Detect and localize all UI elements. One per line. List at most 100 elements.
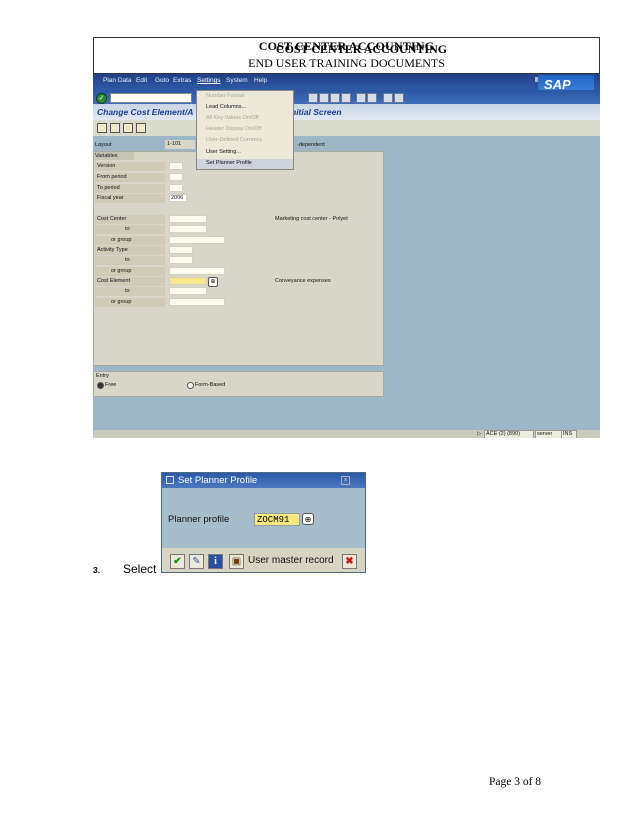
label-strip — [95, 256, 165, 265]
cancel-button[interactable]: ✖ — [342, 554, 357, 569]
layout-field[interactable]: 1-101 — [165, 140, 195, 149]
layout-icon[interactable] — [394, 93, 404, 103]
save-icon[interactable]: ▣ — [229, 554, 244, 569]
menu-item-number-format[interactable]: Number Format — [206, 93, 245, 99]
activity-type-to-field[interactable] — [169, 256, 193, 264]
page-number: Page 3 of 8 — [489, 776, 542, 788]
fiscal-year-value: 2006 — [171, 195, 184, 201]
cost-element-field[interactable] — [169, 277, 207, 285]
free-entry-icon[interactable] — [123, 123, 133, 133]
menu-settings[interactable]: Settings — [197, 77, 221, 84]
status-arrow-icon[interactable]: ▷ — [477, 431, 481, 437]
cost-center-to-field[interactable] — [169, 225, 207, 233]
version-field[interactable] — [169, 162, 183, 170]
menu-item-header-display[interactable]: Header Display On/Off — [206, 126, 261, 132]
cost-element-group-field[interactable] — [169, 298, 225, 306]
from-period-label: From period — [97, 174, 127, 180]
entry-panel — [93, 371, 384, 397]
step-number: 3. — [93, 565, 101, 575]
radio-form-based[interactable] — [187, 382, 194, 389]
sap-menu-bar: Plan Data Edit Goto Extras Settings Syst… — [93, 74, 600, 90]
planner-profile-field[interactable]: ZOCM91 — [254, 513, 300, 526]
layout-value: 1-101 — [167, 141, 182, 147]
activity-type-to-label: to — [125, 257, 130, 263]
variables-tab: Variables — [94, 152, 134, 160]
header-subtitle: END USER TRAINING DOCUMENTS — [248, 56, 445, 70]
menu-item-user-setting[interactable]: User Setting... — [206, 149, 241, 155]
variables-tab-label: Variables — [95, 153, 118, 159]
dialog-title: Set Planner Profile — [178, 475, 258, 486]
radio-free-label: Free — [105, 382, 117, 388]
menu-item-lead-columns[interactable]: Lead Columns... — [206, 104, 246, 110]
menu-item-user-currency[interactable]: User-Defined Currency — [206, 137, 262, 143]
help-icon[interactable] — [383, 93, 393, 103]
info-icon[interactable]: i — [208, 554, 223, 569]
dialog-window-icon — [166, 476, 174, 484]
cost-center-field[interactable] — [169, 215, 207, 223]
header-title-overlap: COST CENTER ACCOUNTING — [275, 42, 448, 56]
fiscal-year-label: Fiscal year — [97, 195, 124, 201]
menu-item-set-planner-profile[interactable]: Set Planner Profile — [206, 160, 252, 166]
cost-center-group-label: or group — [111, 237, 132, 243]
menu-item-key-values[interactable]: All Key Values On/Off — [206, 115, 259, 121]
cost-center-description: Marketing cost center - Polyet — [275, 216, 348, 222]
cost-element-label: Cost Element — [97, 278, 131, 284]
label-strip — [95, 225, 165, 234]
menu-extras[interactable]: Extras — [173, 77, 191, 84]
possible-entries-icon[interactable]: ⊕ — [302, 513, 314, 525]
layout-label: Layout — [95, 142, 112, 148]
radio-form-based-label: Form-Based — [195, 382, 226, 388]
application-toolbar — [93, 120, 600, 136]
menu-help[interactable]: Help — [254, 77, 267, 84]
menu-goto[interactable]: Goto — [155, 77, 169, 84]
to-period-label: To period — [97, 185, 120, 191]
menu-plan-data[interactable]: Plan Data — [103, 77, 132, 84]
form-entry-icon[interactable] — [136, 123, 146, 133]
next-page-icon[interactable] — [330, 93, 340, 103]
activity-type-label: Activity Type — [97, 247, 128, 253]
period-screen-icon[interactable] — [110, 123, 120, 133]
change-icon[interactable]: ✎ — [189, 554, 204, 569]
menu-system[interactable]: System — [226, 77, 248, 84]
cost-center-group-field[interactable] — [169, 236, 225, 244]
from-period-field[interactable] — [169, 173, 183, 181]
activity-type-group-field[interactable] — [169, 267, 225, 275]
cost-center-to-label: to — [125, 226, 130, 232]
step-text: Select — [123, 562, 157, 576]
entry-tab-label: Entry — [96, 373, 109, 379]
menu-edit[interactable]: Edit — [136, 77, 147, 84]
shortcut-icon[interactable] — [367, 93, 377, 103]
user-master-record-button[interactable]: User master record — [248, 555, 334, 566]
activity-type-field[interactable] — [169, 246, 193, 254]
dialog-title-bar: Set Planner Profile × — [162, 473, 365, 488]
status-server: server — [537, 431, 553, 437]
status-server-field: server — [535, 430, 562, 438]
command-field[interactable] — [110, 93, 192, 103]
new-session-icon[interactable] — [356, 93, 366, 103]
document-header: COST CENTER ACCOUNTING COST CENTER ACCOU… — [93, 37, 600, 74]
to-period-field[interactable] — [169, 184, 183, 192]
layout-suffix: -dependent — [297, 142, 325, 148]
cost-center-label: Cost Center — [97, 216, 127, 222]
cost-element-to-field[interactable] — [169, 287, 207, 295]
last-page-icon[interactable] — [341, 93, 351, 103]
version-label: Version — [97, 163, 116, 169]
cost-element-to-label: to — [125, 288, 130, 294]
fiscal-year-field[interactable]: 2006 — [169, 194, 187, 202]
cost-element-description: Conveyance expenses — [275, 278, 331, 284]
activity-type-group-label: or group — [111, 268, 132, 274]
radio-free[interactable] — [97, 382, 104, 389]
status-system: ACE (2) (890) — [486, 431, 520, 437]
first-page-icon[interactable] — [308, 93, 318, 103]
label-strip — [95, 287, 165, 296]
confirm-button[interactable]: ✔ — [170, 554, 185, 569]
possible-entries-icon[interactable]: ⊕ — [208, 277, 218, 287]
overview-icon[interactable] — [97, 123, 107, 133]
enter-icon[interactable]: ✓ — [96, 93, 107, 104]
close-icon[interactable]: × — [341, 476, 350, 485]
previous-page-icon[interactable] — [319, 93, 329, 103]
status-mode: INS — [563, 431, 573, 437]
planner-profile-label: Planner profile — [168, 514, 230, 525]
screen-title-right: nitial Screen — [291, 107, 342, 117]
status-system-field: ACE (2) (890) — [484, 430, 534, 438]
